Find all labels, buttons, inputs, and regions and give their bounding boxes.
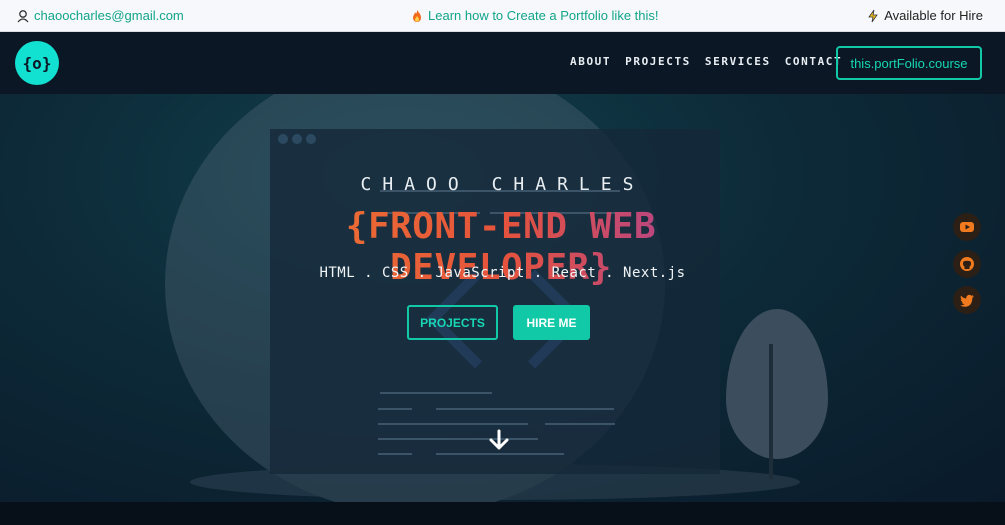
hero-name: CHAOO CHARLES bbox=[360, 174, 645, 195]
hero-section: CHAOO CHARLES {FRONT-END WEB DEVELOPER} … bbox=[0, 94, 1005, 502]
illustration-line bbox=[378, 408, 412, 410]
illustration-line bbox=[545, 423, 615, 425]
youtube-link[interactable] bbox=[953, 213, 981, 241]
window-dot bbox=[278, 134, 288, 144]
scroll-down-arrow-icon[interactable] bbox=[487, 428, 511, 452]
nav-link-contact[interactable]: CONTACT bbox=[785, 55, 843, 68]
tree-trunk bbox=[769, 344, 773, 479]
email-text: chaoocharles@gmail.com bbox=[34, 8, 184, 23]
hero-tech-stack: HTML . CSS . JavaScript . React . Next.j… bbox=[319, 265, 686, 281]
fire-icon bbox=[413, 9, 421, 22]
nav-links: ABOUT PROJECTS SERVICES CONTACT bbox=[570, 55, 842, 68]
availability-text: Available for Hire bbox=[884, 8, 983, 23]
illustration-line bbox=[378, 453, 412, 455]
illustration-line bbox=[436, 408, 614, 410]
youtube-icon bbox=[960, 222, 974, 232]
illustration-line bbox=[436, 453, 564, 455]
avatar-icon bbox=[17, 9, 29, 22]
promo-text: Learn how to Create a Portfolio like thi… bbox=[428, 8, 659, 23]
lightning-icon bbox=[868, 9, 879, 22]
hire-me-button[interactable]: HIRE ME bbox=[513, 305, 590, 340]
logo[interactable]: {o} bbox=[15, 41, 59, 85]
twitter-icon bbox=[960, 294, 974, 307]
tree-illustration bbox=[726, 309, 828, 459]
email-link[interactable]: chaoocharles@gmail.com bbox=[16, 8, 184, 23]
nav-link-services[interactable]: SERVICES bbox=[705, 55, 771, 68]
illustration-line bbox=[380, 392, 492, 394]
next-section-edge bbox=[0, 502, 1005, 525]
illustration-line bbox=[378, 438, 538, 440]
window-dot bbox=[292, 134, 302, 144]
twitter-link[interactable] bbox=[953, 286, 981, 314]
logo-text: {o} bbox=[22, 53, 52, 73]
portfolio-course-button[interactable]: this.portFolio.course bbox=[836, 46, 982, 80]
github-link[interactable] bbox=[953, 250, 981, 278]
github-icon bbox=[960, 257, 974, 271]
illustration-line bbox=[378, 423, 528, 425]
promo-link[interactable]: Learn how to Create a Portfolio like thi… bbox=[410, 8, 659, 23]
projects-button[interactable]: PROJECTS bbox=[407, 305, 498, 340]
availability-status: Available for Hire bbox=[866, 8, 983, 23]
window-dot bbox=[306, 134, 316, 144]
top-info-bar: chaoocharles@gmail.com Learn how to Crea… bbox=[0, 0, 1005, 32]
nav-link-projects[interactable]: PROJECTS bbox=[625, 55, 691, 68]
main-navbar: {o} ABOUT PROJECTS SERVICES CONTACT this… bbox=[0, 32, 1005, 94]
nav-link-about[interactable]: ABOUT bbox=[570, 55, 611, 68]
